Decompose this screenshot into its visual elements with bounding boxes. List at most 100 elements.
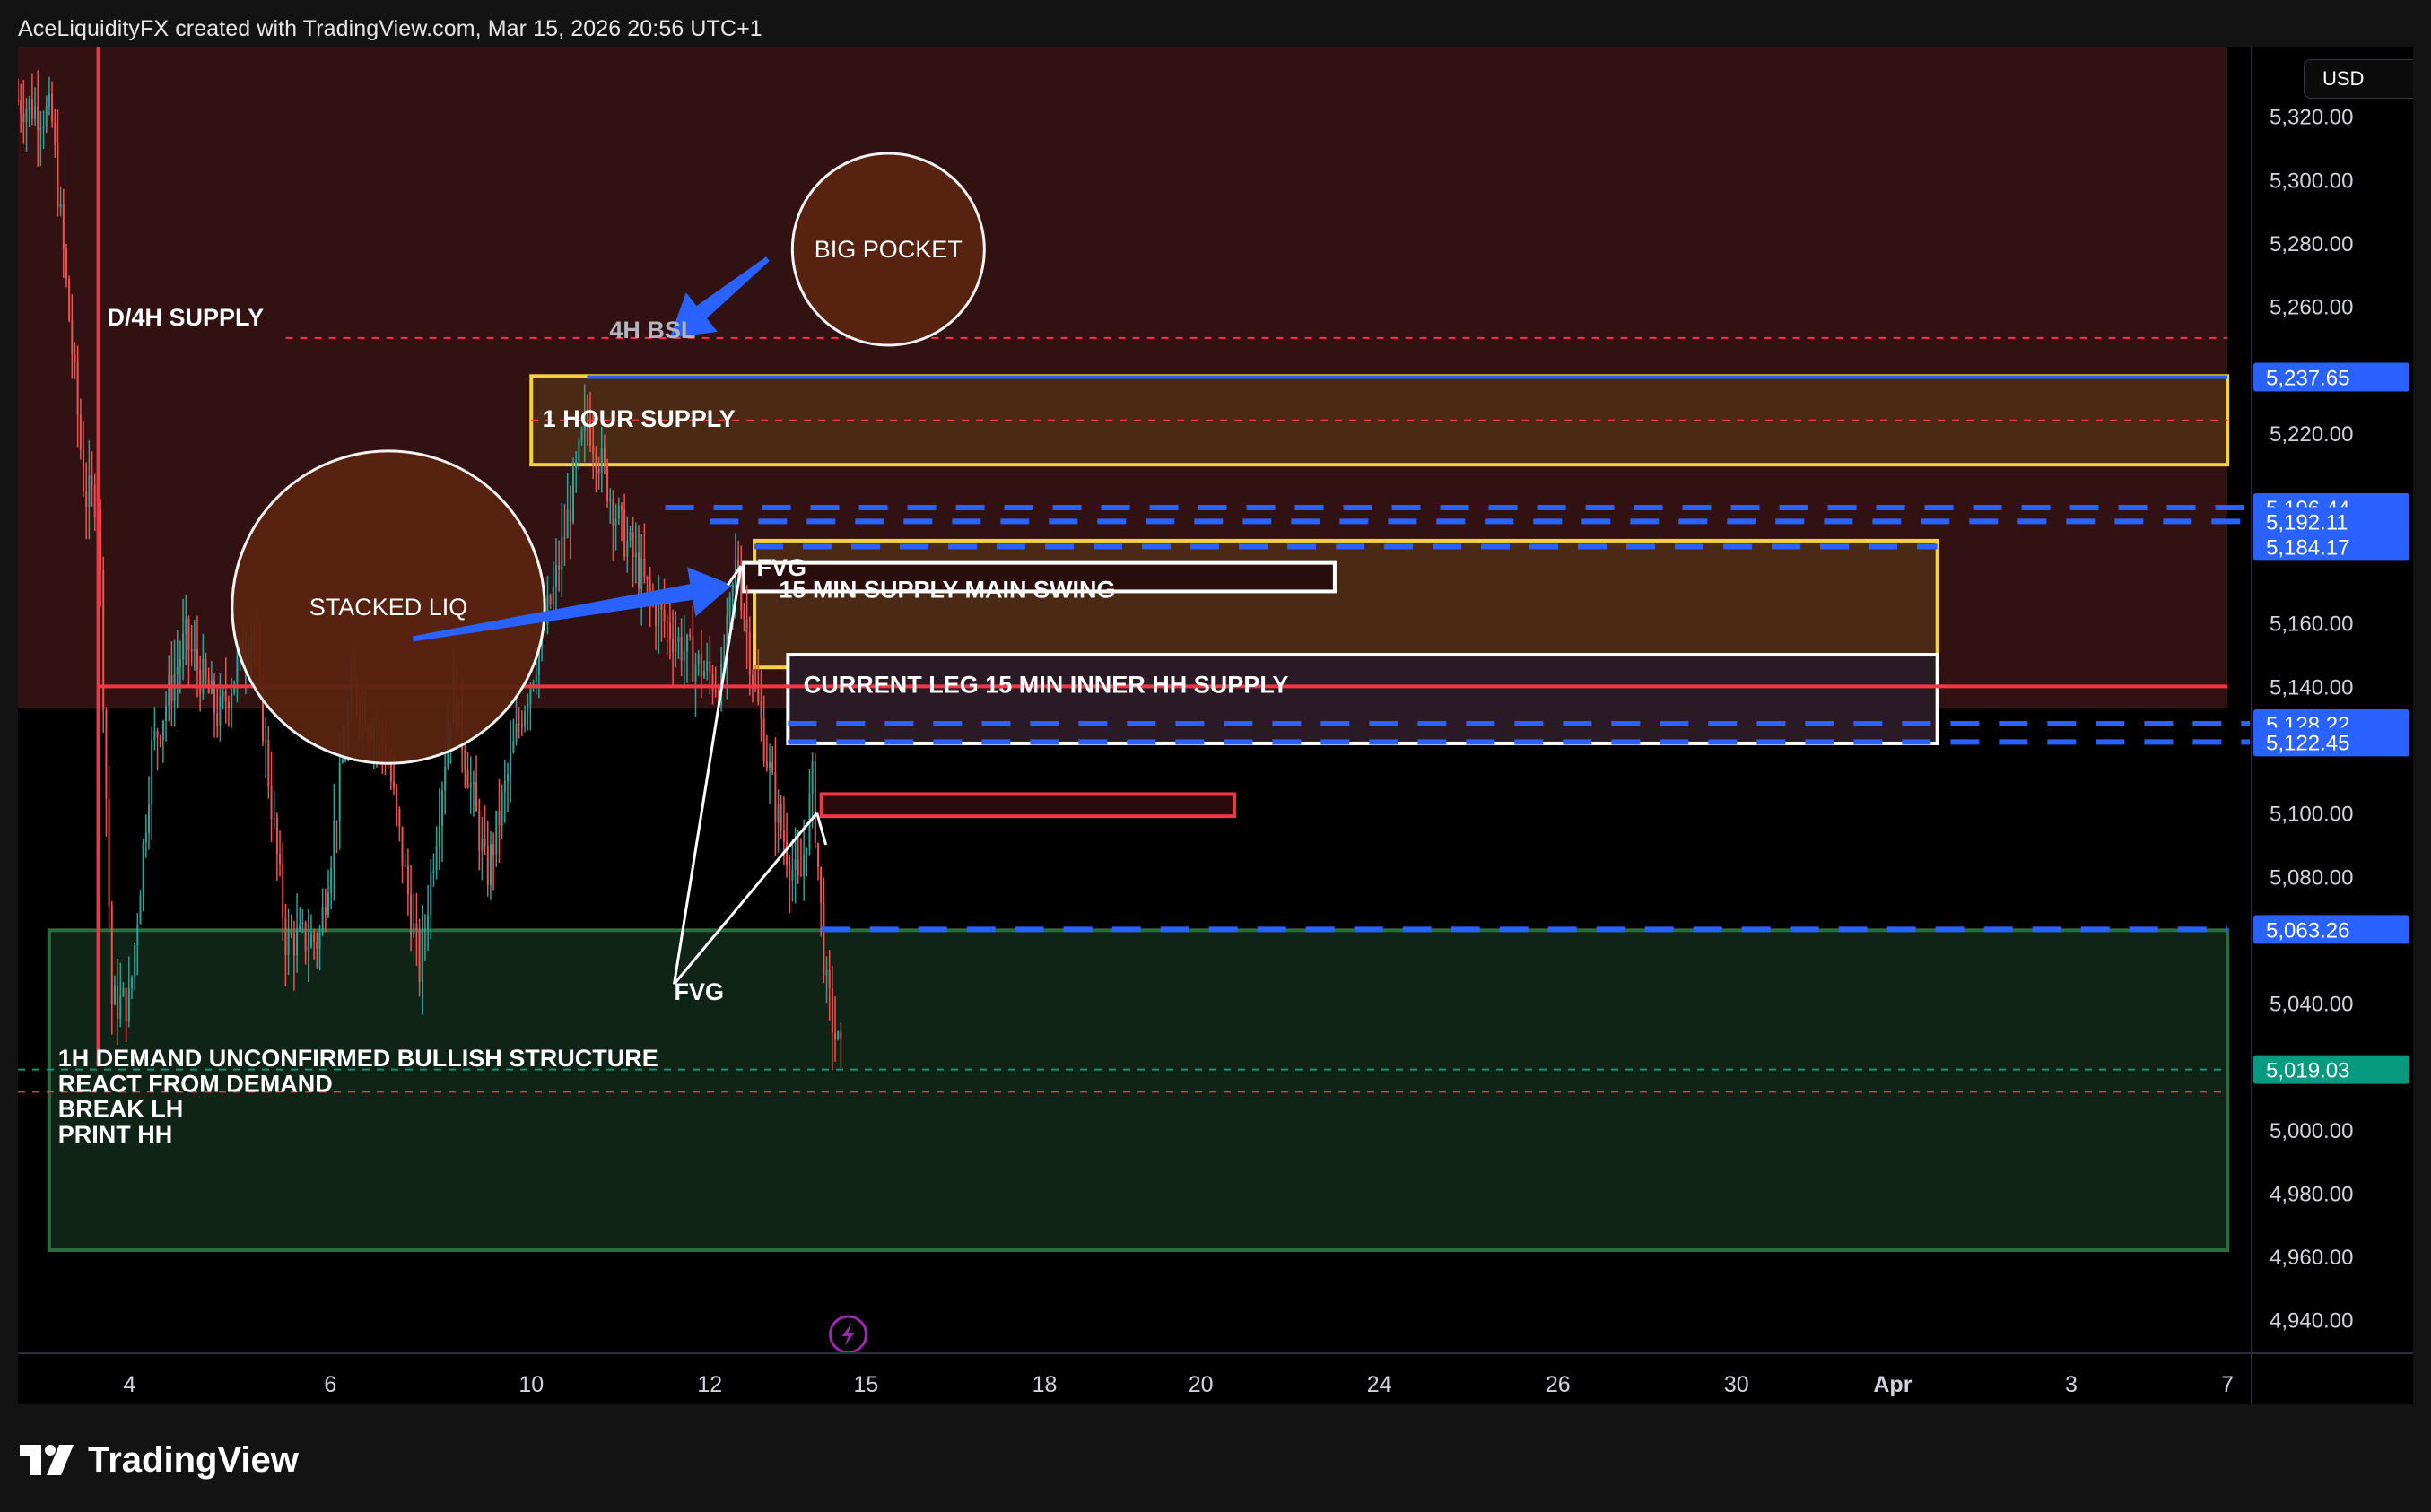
candle-body — [74, 354, 76, 363]
candle-body — [284, 918, 287, 955]
candle-body — [216, 712, 219, 726]
candle-body — [401, 826, 404, 867]
annotation: FVG — [674, 978, 724, 1005]
annotation: 15 MIN SUPPLY MAIN SWING — [779, 576, 1115, 603]
candle-body — [393, 781, 396, 788]
candle-body — [168, 675, 170, 706]
candle-body — [498, 810, 501, 826]
candle-body — [45, 106, 48, 126]
candle-body — [561, 537, 563, 570]
y-tick-label: 5,080.00 — [2270, 865, 2353, 890]
candle-body — [88, 475, 91, 507]
candle-body — [823, 902, 825, 976]
y-tick-label: 5,320.00 — [2270, 106, 2353, 130]
x-tick-label: 15 — [854, 1372, 879, 1397]
candle-body — [330, 867, 333, 893]
candle-body — [435, 846, 438, 871]
annotation: 4H BSL — [609, 317, 695, 343]
candle-body — [54, 122, 57, 145]
candle-body — [185, 618, 187, 634]
candle-body — [626, 540, 629, 557]
candle-body — [48, 93, 50, 107]
candle-body — [518, 723, 520, 726]
candle-body — [780, 804, 782, 830]
candle-body — [142, 841, 144, 897]
candle-body — [714, 690, 717, 692]
candle-body — [837, 1031, 840, 1040]
candle-body — [421, 931, 423, 982]
candle-body — [444, 766, 447, 791]
candle-body — [418, 930, 421, 982]
y-tick-label: 5,100.00 — [2270, 803, 2353, 827]
candle-body — [71, 320, 74, 355]
currency-button[interactable]: USD — [2304, 59, 2413, 99]
candle-body — [265, 739, 267, 742]
y-tick-label: 5,160.00 — [2270, 613, 2353, 637]
candle-body — [578, 440, 580, 462]
candle-body — [83, 449, 85, 491]
candle-body — [309, 934, 312, 947]
candle-body — [65, 248, 67, 280]
candle-body — [85, 491, 88, 507]
candle-body — [825, 969, 828, 976]
price-label: 5,192.11 — [2266, 510, 2348, 534]
x-tick-label: 24 — [1367, 1372, 1392, 1397]
candle-body — [769, 762, 771, 768]
candle-body — [774, 772, 777, 823]
candle-body — [270, 786, 273, 819]
candle-body — [292, 934, 295, 956]
candle-body — [205, 658, 207, 680]
candle-body — [187, 618, 190, 650]
candle-body — [122, 988, 125, 996]
candle-body — [814, 761, 816, 844]
candle-body — [566, 509, 569, 539]
candle-body — [571, 467, 574, 523]
tradingview-logo-icon — [20, 1445, 74, 1475]
candle-body — [287, 928, 290, 955]
candle-body — [406, 865, 409, 895]
candle-body — [524, 711, 527, 727]
candle-body — [219, 696, 222, 726]
candle-body — [694, 664, 697, 682]
candle-body — [430, 872, 432, 916]
candle-body — [304, 922, 307, 952]
x-tick-label: 18 — [1033, 1372, 1058, 1397]
tradingview-logo[interactable]: TradingView — [20, 1435, 299, 1485]
chart-area[interactable]: STACKED LIQ BIG POCKET D/4H SUPPLY 4H BSL 1 … — [18, 47, 2413, 1404]
candle-body — [321, 907, 324, 933]
candle-body — [760, 701, 762, 719]
x-tick-label: 30 — [1724, 1372, 1749, 1397]
candle-body — [478, 811, 481, 851]
candle-body — [432, 870, 435, 873]
chart-svg[interactable]: STACKED LIQ BIG POCKET D/4H SUPPLY 4H BSL 1 … — [18, 47, 2413, 1404]
candle-body — [762, 718, 765, 762]
candle-body — [666, 621, 668, 623]
candle-body — [341, 760, 344, 763]
candle-body — [222, 691, 224, 697]
candle-body — [840, 1031, 842, 1039]
candle-body — [267, 739, 270, 787]
candle-body — [549, 595, 552, 604]
candle-body — [828, 969, 831, 989]
y-tick-label: 5,300.00 — [2270, 169, 2353, 193]
candle-body — [125, 988, 127, 1022]
candle-body — [831, 988, 833, 1033]
candle-body — [677, 636, 680, 643]
candle-body — [600, 448, 603, 474]
candle-body — [663, 609, 666, 622]
candle-body — [301, 922, 304, 925]
candle-body — [290, 928, 292, 935]
candle-body — [193, 649, 196, 652]
candle-body — [236, 655, 239, 682]
candle-body — [484, 839, 486, 847]
circle-label: STACKED LIQ — [309, 594, 468, 621]
candle-body — [438, 825, 440, 847]
candle-body — [609, 498, 612, 501]
price-label: 5,122.45 — [2266, 731, 2349, 755]
candle-body — [91, 475, 93, 486]
candle-body — [789, 865, 791, 881]
candle-body — [811, 761, 814, 794]
candle-body — [481, 839, 484, 851]
candle-body — [620, 505, 623, 510]
candle-body — [506, 774, 509, 781]
